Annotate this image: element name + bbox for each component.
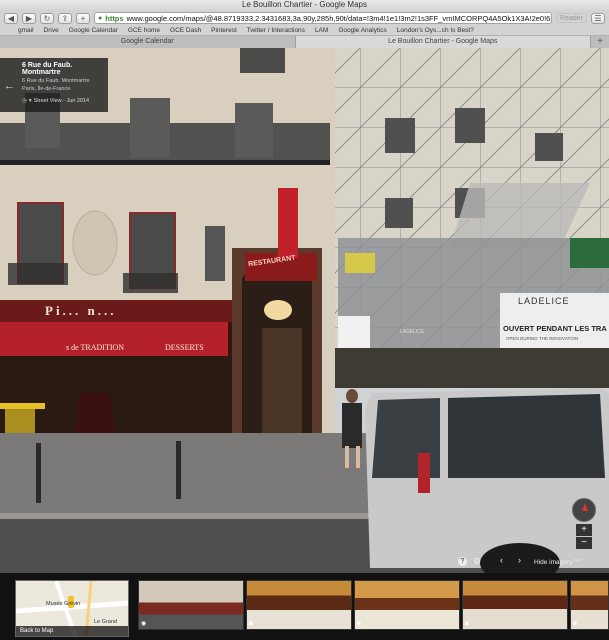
street-view-date-label: Street View - Jun 2014 (33, 98, 90, 104)
url-scheme: https (105, 13, 124, 23)
mini-map[interactable]: Musée Grévin Le Grand Back to Map (15, 580, 129, 637)
cafe-sign: Pi... n... (45, 303, 117, 318)
camera-icon: ◙ (573, 621, 577, 627)
awning-right-text: DESSERTS (165, 343, 204, 352)
camera-icon: ◙ (465, 621, 469, 627)
bookmark-calendar[interactable]: Google Calendar (69, 27, 118, 34)
bookmarks-bar: gmail Drive Google Calendar GCE home GCE… (0, 26, 609, 36)
chevron-down-icon: ︾ (574, 559, 581, 566)
filmstrip-thumb[interactable]: ◙ (570, 580, 609, 630)
lock-icon: ● (98, 14, 103, 22)
window-title: Le Bouillon Chartier - Google Maps (0, 0, 609, 10)
new-tab-icon[interactable]: + (76, 12, 90, 24)
forward-icon[interactable]: ▶ (22, 12, 36, 24)
banner-brand: LADELICE (518, 296, 570, 306)
back-to-map-button[interactable]: Back to Map (16, 626, 128, 636)
bookmark-gce-home[interactable]: GCE home (128, 27, 160, 34)
awning-left-text: s de TRADITION (66, 343, 125, 352)
bookmark-oysters[interactable]: London's Oys...ch Is Best? (397, 27, 474, 34)
bookmark-drive[interactable]: Drive (44, 27, 59, 34)
screen: Le Bouillon Chartier - Google Maps ◀ ▶ ↻… (0, 0, 609, 640)
next-image-icon[interactable]: › (518, 555, 521, 565)
filmstrip-thumb[interactable]: ◙ (462, 580, 568, 630)
banner-sub: OPEN DURING THE RENOVATION (506, 336, 579, 341)
tab-bar: Google Calendar Le Bouillon Chartier - G… (0, 36, 609, 48)
share-icon[interactable]: ⇪ (58, 12, 72, 24)
help-icon[interactable]: ? (458, 557, 467, 566)
camera-icon: ◙ (249, 621, 253, 627)
back-icon[interactable]: ◀ (4, 12, 18, 24)
clock-icon: ◷ (22, 98, 27, 104)
address-title: 6 Rue du Faub. Montmartre (22, 62, 73, 76)
back-arrow-icon[interactable]: ← (4, 80, 15, 92)
imagery-filmstrip: Musée Grévin Le Grand Back to Map ◉ ◙ ◙ … (0, 573, 609, 640)
street-view-panorama[interactable]: Pi... n... s de TRADITION DESSERTS RESTA… (0, 48, 609, 573)
add-tab-icon[interactable]: + (591, 36, 609, 48)
zoom-in-button[interactable]: + (576, 524, 592, 536)
reload-icon[interactable]: ↻ (40, 12, 54, 24)
zoom-out-button[interactable]: − (576, 537, 592, 549)
hide-imagery-button[interactable]: Hide imagery ︾ (534, 557, 596, 569)
hide-imagery-label: Hide imagery (534, 559, 573, 566)
address-card: ← 6 Rue du Faub. Montmartre 6 Rue du Fau… (0, 58, 108, 112)
tab-google-maps[interactable]: Le Bouillon Chartier - Google Maps (295, 36, 591, 48)
filmstrip-thumb[interactable]: ◉ (138, 580, 244, 630)
url-text: www.google.com/maps/@48.8719333,2.343168… (126, 13, 553, 23)
address-region: Paris, Île-de-France (22, 86, 71, 92)
settings-gear-icon[interactable]: ⚙ (473, 556, 481, 567)
map-label-musee: Musée Grévin (46, 601, 81, 607)
filmstrip-thumb[interactable]: ◙ (354, 580, 460, 630)
previous-image-icon[interactable]: ‹ (500, 555, 503, 565)
street-view-date[interactable]: ◷ ▾ Street View - Jun 2014 (22, 98, 108, 104)
address-bar[interactable]: ● https www.google.com/maps/@48.8719333,… (94, 12, 553, 24)
tab-google-calendar[interactable]: Google Calendar (0, 36, 296, 48)
reader-button[interactable]: Reader (556, 13, 587, 23)
address-line: 6 Rue du Faub. Montmartre (22, 78, 90, 84)
filmstrip-thumb[interactable]: ◙ (246, 580, 352, 630)
street-view-icon: ◉ (141, 621, 147, 627)
bookmark-analytics[interactable]: Google Analytics (338, 27, 386, 34)
sidebar-icon[interactable]: ☰ (591, 12, 605, 24)
bookmark-gce-dash[interactable]: GCE Dash (170, 27, 201, 34)
map-label-le-grand: Le Grand (94, 619, 117, 625)
banner-small: LADELICE (400, 329, 425, 335)
banner-main: OUVERT PENDANT LES TRA (503, 324, 607, 333)
bookmark-lam[interactable]: LAM (315, 27, 328, 34)
browser-toolbar: ◀ ▶ ↻ ⇪ + ● https www.google.com/maps/@4… (0, 10, 609, 26)
bookmark-pinterest[interactable]: Pinterest (211, 27, 237, 34)
bookmark-twitter[interactable]: Twitter / Interactions (247, 27, 305, 34)
caret-down-icon: ▾ (28, 98, 32, 104)
bookmark-gmail[interactable]: gmail (18, 27, 34, 34)
camera-icon: ◙ (357, 621, 361, 627)
compass-icon[interactable] (572, 498, 596, 522)
